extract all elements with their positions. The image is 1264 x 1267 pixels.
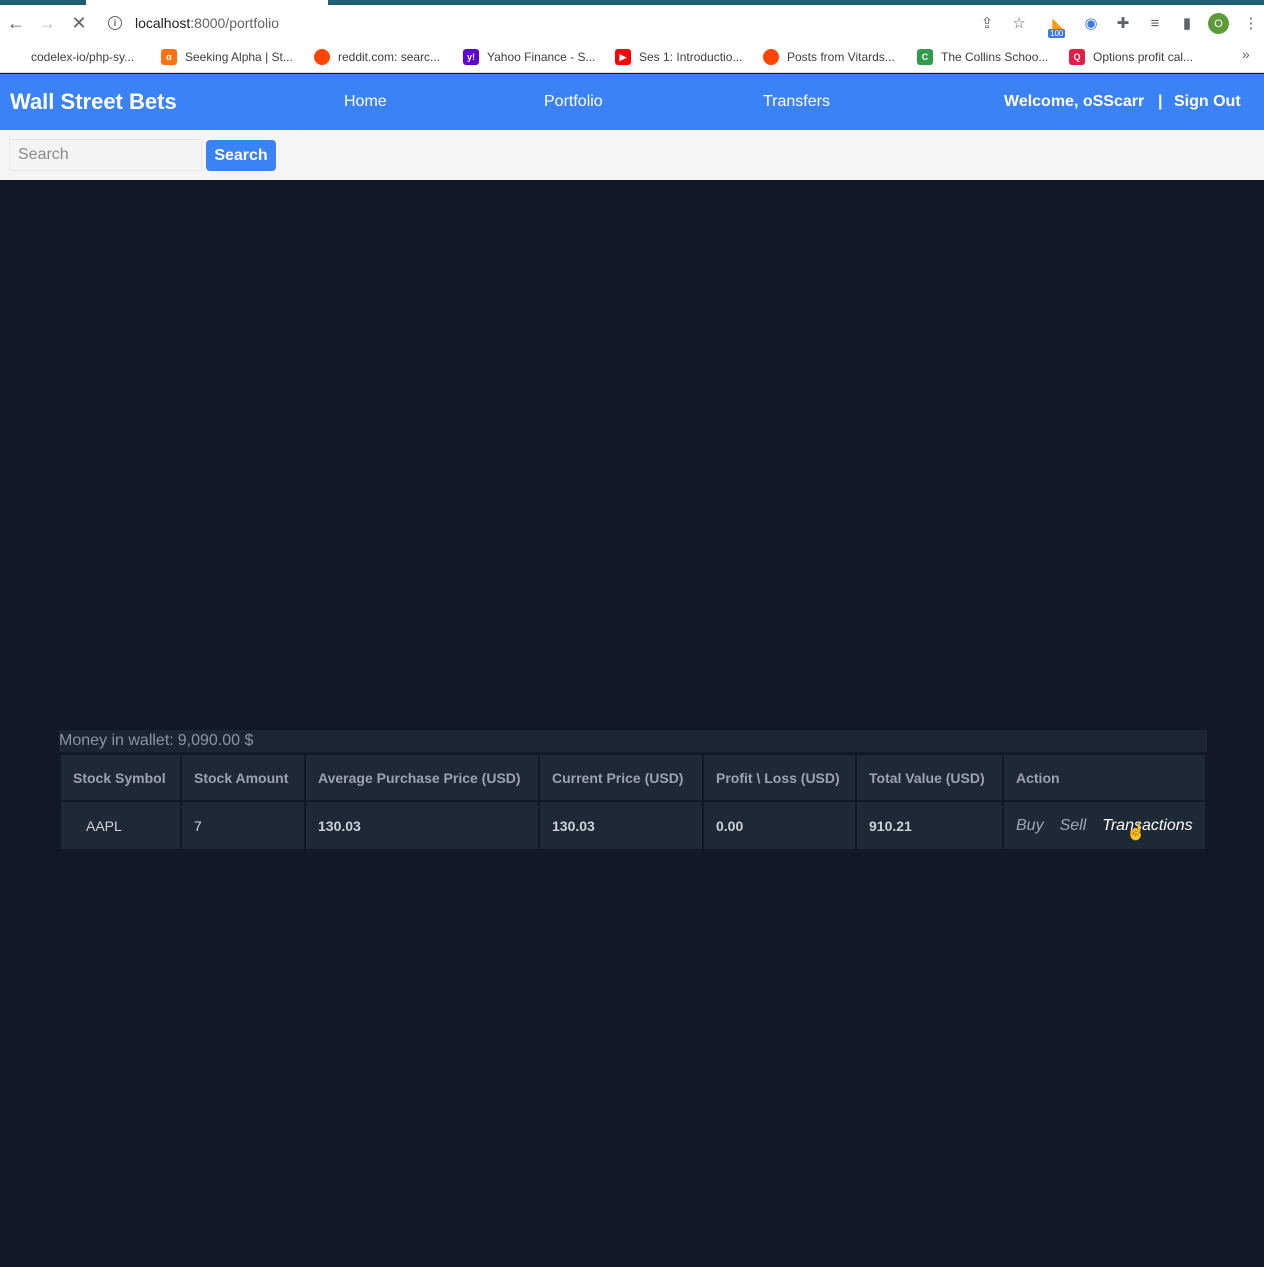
welcome-text: Welcome, oSScarr <box>1004 93 1145 110</box>
browser-toolbar: ← → ✕ i localhost:8000/portfolio ⇪ ☆ ◣ 1… <box>0 5 1264 41</box>
portfolio-table: Stock Symbol Stock Amount Average Purcha… <box>59 753 1207 851</box>
bookmark-label: Seeking Alpha | St... <box>185 50 293 64</box>
forward-arrow-icon[interactable]: → <box>34 10 60 36</box>
header-current-price: Current Price (USD) <box>540 755 702 800</box>
bookmark-item[interactable]: y! Yahoo Finance - S... <box>463 47 596 67</box>
url-path: :8000/portfolio <box>190 15 279 31</box>
media-control-icon[interactable]: ≡ <box>1145 13 1165 33</box>
header-stock-symbol: Stock Symbol <box>61 755 180 800</box>
github-icon <box>8 49 23 65</box>
buy-link[interactable]: Buy <box>1016 817 1044 834</box>
bookmark-item[interactable]: codelex-io/php-sy... <box>8 47 134 67</box>
seeking-alpha-icon: α <box>161 49 177 65</box>
search-bar: Search <box>0 130 1264 180</box>
url-host: localhost <box>135 15 191 31</box>
yahoo-icon: y! <box>463 49 479 65</box>
cell-avg-price: 130.03 <box>306 802 538 849</box>
reddit-icon <box>763 49 779 65</box>
nav-home[interactable]: Home <box>344 93 387 111</box>
menu-kebab-icon[interactable]: ⋮ <box>1241 13 1261 33</box>
bookmark-label: The Collins Schoo... <box>941 50 1049 64</box>
password-extension-icon[interactable]: ◉ <box>1081 13 1101 33</box>
nav-divider: | <box>1158 93 1163 110</box>
cell-total-value: 910.21 <box>857 802 1002 849</box>
wallet-amount: 9,090.00 $ <box>177 732 254 749</box>
bookmark-label: reddit.com: searc... <box>338 50 441 64</box>
address-bar[interactable]: i localhost:8000/portfolio <box>108 9 279 37</box>
cell-current-price: 130.03 <box>540 802 702 849</box>
search-button[interactable]: Search <box>206 140 276 171</box>
stop-loading-icon[interactable]: ✕ <box>66 10 92 36</box>
cell-profit-loss: 0.00 <box>704 802 855 849</box>
bookmark-label: codelex-io/php-sy... <box>31 50 135 64</box>
bookmark-item[interactable]: α Seeking Alpha | St... <box>161 47 293 67</box>
share-icon[interactable]: ⇪ <box>977 13 997 33</box>
bookmarks-bar: codelex-io/php-sy... α Seeking Alpha | S… <box>0 41 1264 73</box>
site-info-icon[interactable]: i <box>108 16 122 30</box>
collins-school-icon: C <box>917 49 933 65</box>
transactions-link[interactable]: Transactions <box>1102 817 1192 834</box>
header-profit-loss: Profit \ Loss (USD) <box>704 755 855 800</box>
extensions-puzzle-icon[interactable]: ✚ <box>1113 13 1133 33</box>
table-header-row: Stock Symbol Stock Amount Average Purcha… <box>61 755 1205 800</box>
sign-out-link[interactable]: Sign Out <box>1174 93 1241 111</box>
back-arrow-icon[interactable]: ← <box>3 10 29 36</box>
bookmark-item[interactable]: Q Options profit cal... <box>1069 47 1193 67</box>
wallet-label: Money in wallet: <box>59 732 174 749</box>
app-navbar: Wall Street Bets Home Portfolio Transfer… <box>0 74 1264 130</box>
bookmark-label: Options profit cal... <box>1093 50 1194 64</box>
table-row: AAPL 7 130.03 130.03 0.00 910.21 Buy Sell… <box>61 802 1205 849</box>
header-total-value: Total Value (USD) <box>857 755 1002 800</box>
more-bookmarks-icon[interactable]: » <box>1242 46 1250 62</box>
header-stock-amount: Stock Amount <box>182 755 304 800</box>
sell-link[interactable]: Sell <box>1060 817 1087 834</box>
bookmark-label: Posts from Vitards... <box>787 50 895 64</box>
brand-logo[interactable]: Wall Street Bets <box>10 89 177 115</box>
bookmark-star-icon[interactable]: ☆ <box>1009 13 1029 33</box>
cell-amount: 7 <box>182 802 304 849</box>
bookmark-item[interactable]: ▶ Ses 1: Introductio... <box>615 47 742 67</box>
cell-actions: Buy Sell Transactions <box>1004 802 1205 849</box>
extension-badge: 100 <box>1048 29 1066 38</box>
nav-portfolio[interactable]: Portfolio <box>544 93 603 111</box>
search-input[interactable] <box>9 139 202 171</box>
header-avg-price: Average Purchase Price (USD) <box>306 755 538 800</box>
youtube-icon: ▶ <box>615 49 631 65</box>
options-calc-icon: Q <box>1069 49 1085 65</box>
wallet-balance: Money in wallet: 9,090.00 $ <box>59 730 1207 752</box>
profile-avatar[interactable]: O <box>1208 13 1229 34</box>
nav-transfers[interactable]: Transfers <box>763 93 830 111</box>
hand-cursor-icon: ☝ <box>1126 824 1146 841</box>
reddit-icon <box>314 49 330 65</box>
side-panel-icon[interactable]: ▮ <box>1177 13 1197 33</box>
cell-symbol: AAPL <box>61 802 180 849</box>
header-action: Action <box>1004 755 1205 800</box>
bookmark-item[interactable]: Posts from Vitards... <box>763 47 895 67</box>
bookmark-item[interactable]: C The Collins Schoo... <box>917 47 1048 67</box>
bookmark-label: Yahoo Finance - S... <box>487 50 596 64</box>
bookmark-label: Ses 1: Introductio... <box>639 50 743 64</box>
bookmark-item[interactable]: reddit.com: searc... <box>314 47 440 67</box>
